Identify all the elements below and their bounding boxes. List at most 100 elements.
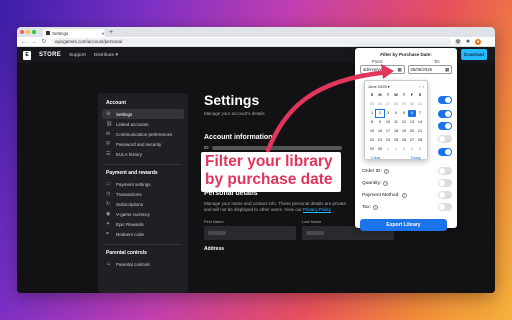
calendar-day[interactable]: 24: [384, 137, 392, 144]
calendar-day[interactable]: 5: [400, 110, 408, 117]
sidebar-item-redeem[interactable]: ⌗ Redeem code: [102, 229, 184, 239]
forward-icon[interactable]: →: [31, 39, 37, 45]
toggle-switch[interactable]: [438, 110, 452, 118]
new-tab-button[interactable]: +: [109, 29, 113, 37]
calendar-day[interactable]: 10: [384, 119, 392, 126]
epic-logo-icon[interactable]: E: [23, 50, 31, 60]
menu-icon[interactable]: ⋮: [485, 39, 491, 45]
calendar-day[interactable]: 5: [416, 146, 424, 153]
calendar-icon[interactable]: ▦: [445, 67, 449, 73]
minimize-dot[interactable]: [26, 30, 30, 34]
refresh-icon: ↻: [106, 201, 111, 207]
calendar-day[interactable]: 13: [408, 119, 416, 126]
calendar-day[interactable]: 26: [400, 137, 408, 144]
from-date-input[interactable]: dd/mm/yyyy ▦: [360, 65, 405, 74]
calendar-day[interactable]: 19: [400, 128, 408, 135]
download-button[interactable]: Download: [461, 49, 487, 60]
next-month-icon[interactable]: ↓: [422, 84, 424, 89]
sidebar-item-rewards[interactable]: ✦ Epic Rewards: [102, 219, 184, 229]
close-dot[interactable]: [20, 30, 24, 34]
calendar-day[interactable]: 2: [375, 109, 385, 118]
sidebar-item-transactions[interactable]: ◷ Transactions: [102, 189, 184, 199]
calendar-day[interactable]: 3: [384, 110, 392, 117]
sidebar-item-eula[interactable]: ☰ EULA history: [102, 149, 184, 159]
help-icon[interactable]: ?: [383, 180, 389, 186]
profile-icon[interactable]: ●: [475, 38, 481, 45]
calendar-day[interactable]: 4: [392, 110, 400, 117]
calendar-day[interactable]: 31: [416, 101, 424, 108]
url-field[interactable]: epicgames.com/account/personal: [51, 38, 451, 45]
clear-button[interactable]: Clear: [371, 155, 381, 160]
back-icon[interactable]: ←: [21, 39, 27, 45]
sidebar-item-currency[interactable]: ◉ V-game currency: [102, 209, 184, 219]
to-date-input[interactable]: 06/06/2025 ▦: [407, 65, 452, 74]
sidebar-item-parental[interactable]: ☺ Parental controls: [102, 259, 184, 269]
toggle-switch[interactable]: [438, 96, 452, 104]
sidebar-item-subscriptions[interactable]: ↻ Subscriptions: [102, 199, 184, 209]
calendar-day[interactable]: 23: [376, 137, 384, 144]
quantity-toggle[interactable]: [438, 179, 452, 187]
calendar-day[interactable]: 27: [384, 101, 392, 108]
calendar-day[interactable]: 29: [400, 101, 408, 108]
export-library-button[interactable]: Export Library: [360, 219, 447, 231]
nav-support[interactable]: Support: [69, 53, 86, 58]
calendar-day[interactable]: 28: [392, 101, 400, 108]
tab-settings[interactable]: Settings ✕: [43, 29, 105, 37]
month-select[interactable]: June 2025 ▾: [368, 84, 390, 89]
calendar-day[interactable]: 7: [416, 110, 424, 117]
today-button[interactable]: Today: [410, 155, 421, 160]
calendar-day[interactable]: 27: [408, 137, 416, 144]
privacy-policy-link[interactable]: Privacy Policy: [303, 207, 331, 212]
reload-icon[interactable]: ↻: [41, 38, 47, 45]
calendar-day[interactable]: 1: [368, 110, 376, 117]
prev-month-icon[interactable]: ↑: [419, 84, 421, 89]
sidebar-item-linked-accounts[interactable]: ⛓ Linked accounts: [102, 119, 184, 129]
calendar-day[interactable]: 25: [368, 101, 376, 108]
calendar-day[interactable]: 25: [392, 137, 400, 144]
first-name-field[interactable]: [204, 226, 296, 240]
calendar-icon[interactable]: ▦: [397, 67, 401, 73]
calendar-day[interactable]: 29: [368, 146, 376, 153]
calendar-day[interactable]: 11: [392, 119, 400, 126]
calendar-day[interactable]: 8: [368, 119, 376, 126]
toggle-switch[interactable]: [438, 148, 452, 156]
nav-distribute[interactable]: Distribute ▾: [94, 53, 118, 58]
calendar-day[interactable]: 4: [408, 146, 416, 153]
sidebar-item-password[interactable]: ⛨ Password and security: [102, 139, 184, 149]
puzzle-icon[interactable]: ✱: [465, 39, 471, 45]
sidebar-item-payment-settings[interactable]: ▭ Payment settings: [102, 179, 184, 189]
calendar-day[interactable]: 30: [376, 146, 384, 153]
calendar-day[interactable]: 9: [376, 119, 384, 126]
calendar-day[interactable]: 22: [368, 137, 376, 144]
calendar-day[interactable]: 12: [400, 119, 408, 126]
calendar-day[interactable]: 20: [408, 128, 416, 135]
payment-method-toggle[interactable]: [438, 191, 452, 199]
calendar-day[interactable]: 28: [416, 137, 424, 144]
calendar-day[interactable]: 18: [392, 128, 400, 135]
calendar-day[interactable]: 6: [408, 110, 416, 117]
calendar-day[interactable]: 21: [416, 128, 424, 135]
help-icon[interactable]: ?: [383, 168, 389, 174]
maximize-dot[interactable]: [32, 30, 36, 34]
help-icon[interactable]: ?: [401, 192, 407, 198]
calendar-day[interactable]: 15: [368, 128, 376, 135]
calendar-day[interactable]: 14: [416, 119, 424, 126]
calendar-day[interactable]: 16: [376, 128, 384, 135]
calendar-day[interactable]: 30: [408, 101, 416, 108]
order-id-toggle[interactable]: [438, 167, 452, 175]
calendar-day[interactable]: 26: [376, 101, 384, 108]
help-icon[interactable]: ?: [372, 204, 378, 210]
calendar-day[interactable]: 1: [384, 146, 392, 153]
calendar-day[interactable]: 17: [384, 128, 392, 135]
toggle-switch[interactable]: [438, 135, 452, 143]
toggle-switch[interactable]: [438, 122, 452, 130]
calendar-day[interactable]: 3: [400, 146, 408, 153]
store-link[interactable]: STORE: [39, 52, 61, 58]
gear-icon: ⚙: [106, 111, 111, 117]
calendar-day[interactable]: 2: [392, 146, 400, 153]
tax-toggle[interactable]: [438, 203, 452, 211]
sidebar-item-settings[interactable]: ⚙ Settings: [102, 109, 184, 119]
tab-close-icon[interactable]: ✕: [102, 31, 105, 36]
sidebar-item-communication[interactable]: ✉ Communication preferences: [102, 129, 184, 139]
extension-icon[interactable]: ⚙: [455, 38, 461, 45]
